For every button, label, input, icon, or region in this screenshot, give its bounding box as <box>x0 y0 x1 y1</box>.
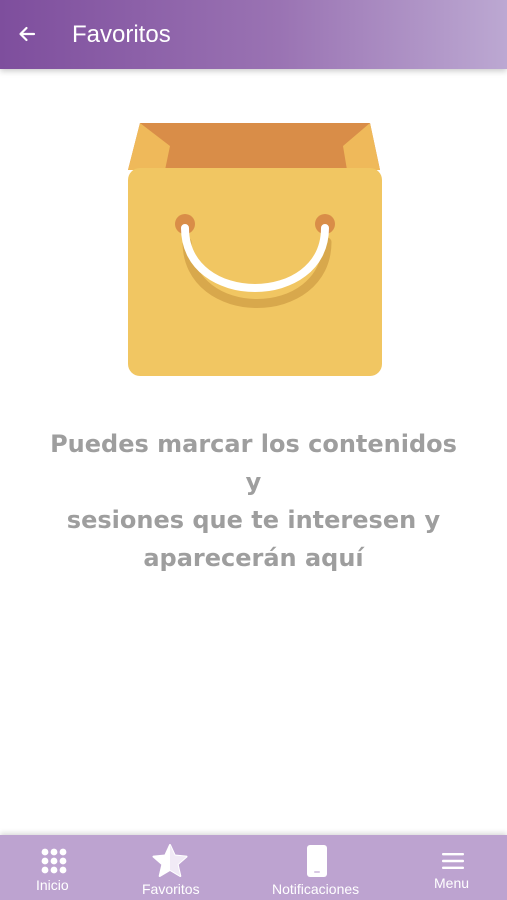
message-line: sesiones que te interesen y <box>66 506 441 534</box>
nav-item-notificaciones[interactable]: Notificaciones <box>268 835 368 900</box>
grid-dots-icon <box>41 848 67 874</box>
nav-label: Favoritos <box>142 881 200 897</box>
nav-item-menu[interactable]: Menu <box>424 835 484 900</box>
message-line: Puedes marcar los contenidos y <box>50 430 457 496</box>
nav-item-favoritos[interactable]: Favoritos <box>136 835 208 900</box>
nav-item-inicio[interactable]: Inicio <box>22 835 86 900</box>
star-icon <box>152 844 188 877</box>
nav-label: Notificaciones <box>272 881 360 897</box>
arrow-left-icon <box>19 26 36 42</box>
shopping-bag-icon <box>125 118 385 380</box>
nav-label: Menu <box>434 875 470 891</box>
bottom-navigation: Inicio Favoritos Notificaciones Menu <box>0 835 507 900</box>
page-title: Favoritos <box>72 21 171 48</box>
hamburger-menu-icon <box>442 853 464 869</box>
back-button[interactable] <box>10 17 44 51</box>
empty-state-message: Puedes marcar los contenidos y sesiones … <box>40 425 467 577</box>
nav-label: Inicio <box>36 877 69 893</box>
message-line: aparecerán aquí <box>143 544 364 572</box>
app-header: Favoritos <box>0 0 507 69</box>
phone-icon <box>307 845 327 877</box>
